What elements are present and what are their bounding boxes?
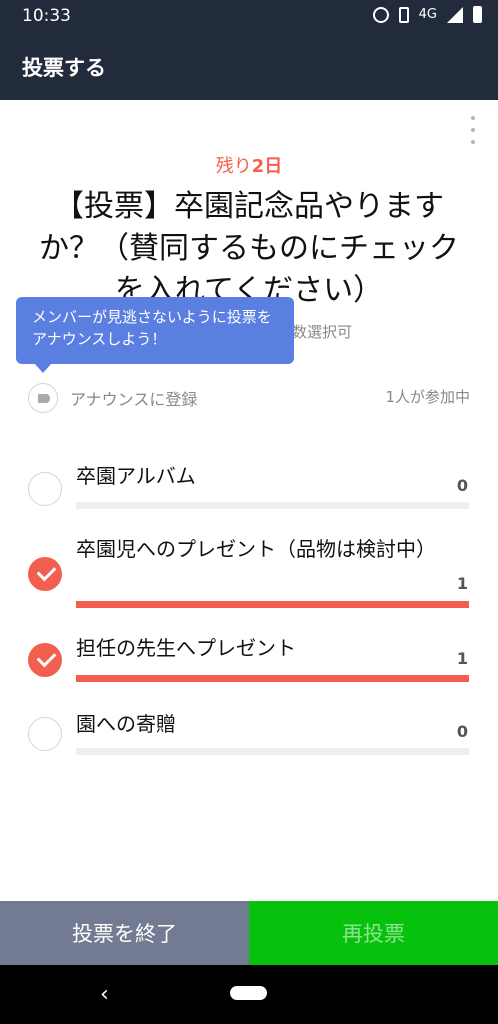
option-label: 園への寄贈 xyxy=(76,712,176,736)
remaining-days: 2日 xyxy=(251,156,283,177)
announce-toggle[interactable]: アナウンスに登録 xyxy=(28,383,197,413)
more-options-icon[interactable] xyxy=(468,116,478,144)
option-count: 0 xyxy=(456,722,468,741)
end-poll-button[interactable]: 投票を終了 xyxy=(0,901,249,965)
network-type: 4G xyxy=(418,7,437,22)
remaining-prefix: 残り xyxy=(215,156,252,177)
status-time: 10:33 xyxy=(22,6,71,26)
option-label: 卒園児へのプレゼント（品物は検討中） xyxy=(76,537,436,561)
option-progress-bar xyxy=(76,502,469,509)
option-progress-fill xyxy=(76,601,469,608)
option-checkbox[interactable] xyxy=(28,643,62,677)
option-count: 1 xyxy=(456,649,468,668)
option-label: 担任の先生へプレゼント xyxy=(76,636,296,660)
app-bar: 投票する xyxy=(0,32,498,100)
option-count: 1 xyxy=(456,574,468,593)
status-bar: 10:33 4G xyxy=(0,0,498,32)
multi-select-label: 数選択可 xyxy=(292,323,353,341)
option-count: 0 xyxy=(456,476,468,495)
announce-label: アナウンスに登録 xyxy=(70,390,198,409)
back-icon[interactable]: ‹ xyxy=(100,982,109,1007)
status-icons: 4G xyxy=(372,6,482,23)
alarm-icon xyxy=(372,6,389,23)
participant-count: 1人が参加中 xyxy=(385,388,470,406)
option-checkbox[interactable] xyxy=(28,557,62,591)
option-progress-bar xyxy=(76,601,469,608)
option-progress-fill xyxy=(76,675,469,682)
tooltip-text: メンバーが見逃さないように投票をアナウンスしよう！ xyxy=(32,308,272,348)
home-icon[interactable] xyxy=(230,986,267,1000)
option-progress-bar xyxy=(76,748,469,755)
megaphone-icon xyxy=(28,383,58,413)
system-nav-bar: ‹ xyxy=(0,965,498,1024)
battery-icon xyxy=(473,6,482,23)
remaining-time: 残り2日 xyxy=(0,152,498,178)
page-title: 投票する xyxy=(22,56,106,80)
tooltip-tail xyxy=(34,363,52,373)
option-label: 卒園アルバム xyxy=(76,464,196,488)
announce-tooltip[interactable]: メンバーが見逃さないように投票をアナウンスしよう！ xyxy=(16,297,294,373)
option-checkbox[interactable] xyxy=(28,472,62,506)
vibrate-icon xyxy=(398,6,409,23)
option-checkbox[interactable] xyxy=(28,717,62,751)
option-progress-bar xyxy=(76,675,469,682)
poll-question: 【投票】卒園記念品やりますか？（賛同するものにチェックを入れてください） xyxy=(39,189,459,308)
signal-icon xyxy=(447,6,463,23)
revote-button[interactable]: 再投票 xyxy=(249,901,498,965)
